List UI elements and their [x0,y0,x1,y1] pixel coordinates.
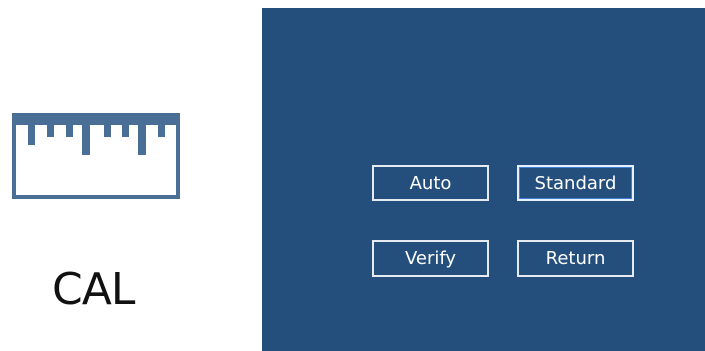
ruler-icon [12,113,180,199]
auto-button[interactable]: Auto [372,165,489,201]
calibration-screen: CAL Auto Standard Verify Return [0,0,705,351]
standard-button[interactable]: Standard [517,165,634,201]
cal-label: CAL [52,264,135,315]
return-button[interactable]: Return [517,240,634,277]
verify-button[interactable]: Verify [372,240,489,277]
calibration-menu-panel: Auto Standard Verify Return [262,8,705,351]
